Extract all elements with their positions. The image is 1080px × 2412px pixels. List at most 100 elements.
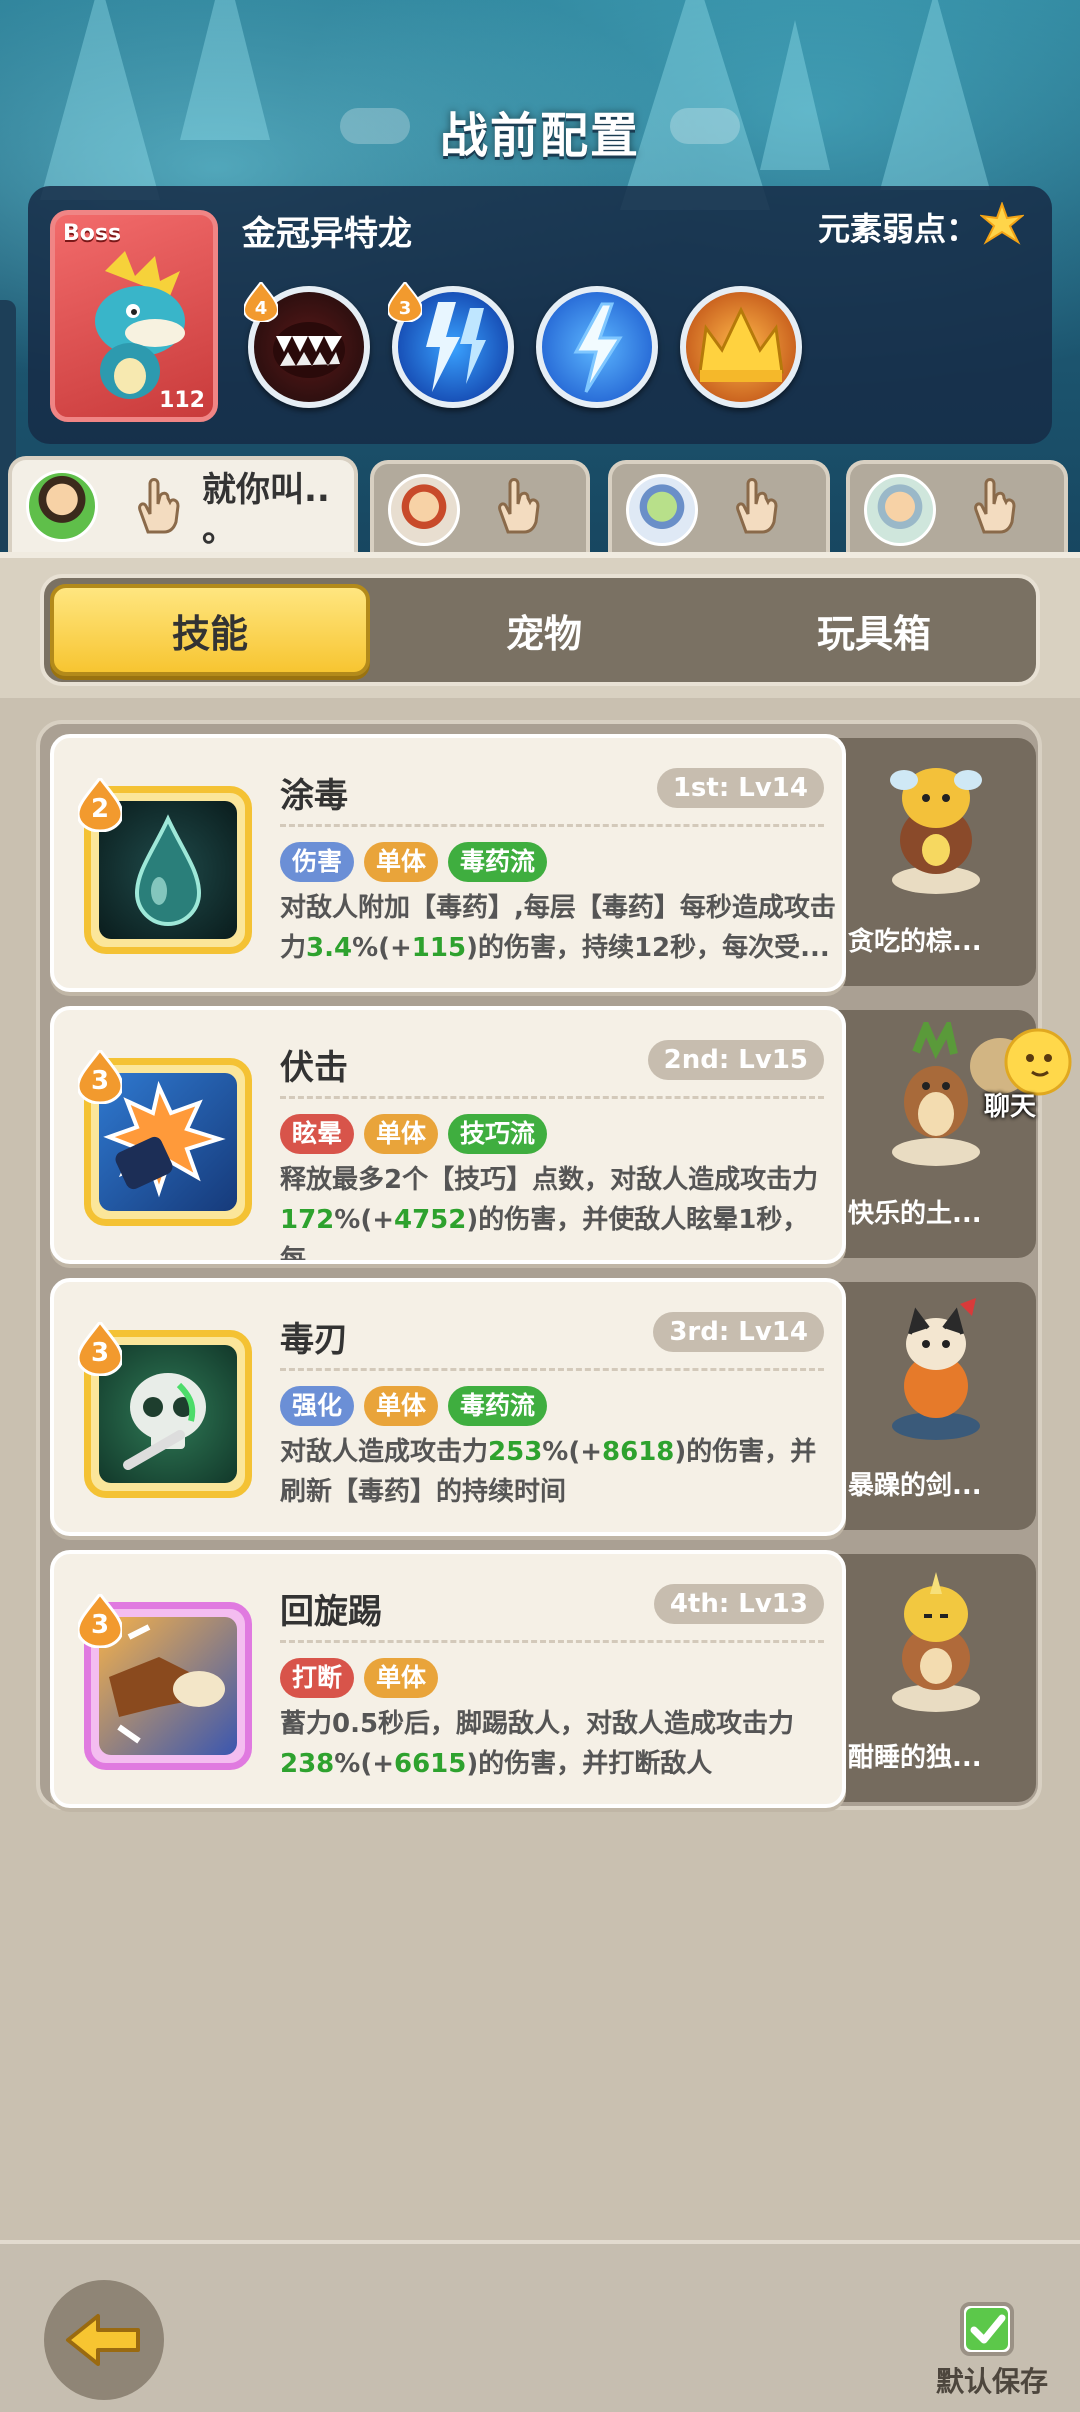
desc-value: 4752	[394, 1205, 467, 1235]
skill-description: 释放最多2个【技巧】点数，对敌人造成攻击力172%(+4752)的伤害，并使敌人…	[280, 1160, 840, 1260]
bee-bear-pet-icon	[890, 768, 982, 894]
hero-avatar	[864, 474, 936, 546]
skill-tag: 单体	[364, 1114, 439, 1154]
desc-text: 释放最多2个【技巧】点数，对敌人造成攻击力	[280, 1165, 819, 1195]
back-arrow-icon	[66, 2314, 140, 2366]
boss-portrait[interactable]: Boss 112	[50, 210, 218, 422]
skill-level-badge	[78, 1322, 122, 1376]
orb-level-text: 3	[399, 298, 412, 319]
character-tab-1[interactable]: 就你叫.. 。	[8, 456, 358, 556]
desc-text: 蓄力0.5秒后，脚踢敌人，对敌人造成攻击力	[280, 1709, 795, 1739]
skill-name: 涂毒	[280, 776, 348, 816]
skill-tags: 伤害 单体 毒药流	[280, 842, 548, 882]
dinosaur-icon	[95, 251, 185, 399]
desc-text: %(+	[352, 933, 412, 963]
lightning-icon[interactable]	[536, 286, 658, 408]
orb-level-badge: 4	[244, 282, 278, 322]
skill-tag: 眩晕	[280, 1114, 355, 1154]
desc-text: %(+	[542, 1437, 603, 1467]
skill-tag: 毒药流	[448, 1386, 548, 1426]
bottom-bar: 默认保存	[0, 2240, 1080, 2412]
skill-tags: 强化 单体 毒药流	[280, 1386, 548, 1426]
boss-panel: Boss 112 金冠异特龙 元素弱点： 4 3	[28, 186, 1052, 444]
skill-card[interactable]: 2 涂毒 1st: Lv14 伤害 单体 毒药流 对敌人附加【毒药】,每层【毒药…	[50, 734, 846, 992]
tab-pets[interactable]: 宠物	[384, 584, 704, 676]
skill-row: 暴躁的剑... 3 毒刃 3rd: Lv14 强化 单体 毒药流 对敌人造成攻击…	[50, 1278, 1036, 1536]
skill-row: 快乐的土... 3 伏击 2nd: Lv15 眩晕 单体 技巧流 释放最多2个【…	[50, 1006, 1036, 1264]
tap-hand-icon	[138, 478, 180, 534]
hero-avatar	[626, 474, 698, 546]
desc-value: 8618	[602, 1437, 675, 1467]
skill-tag: 毒药流	[448, 842, 548, 882]
character-tab-3[interactable]	[608, 460, 830, 552]
skill-card[interactable]: 3 伏击 2nd: Lv15 眩晕 单体 技巧流 释放最多2个【技巧】点数，对敌…	[50, 1006, 846, 1264]
boss-tag: Boss	[63, 221, 122, 246]
character-tab-4[interactable]	[846, 460, 1068, 552]
boss-level: 112	[159, 388, 205, 413]
skill-name: 伏击	[280, 1048, 348, 1088]
orb-level-badge: 3	[388, 282, 422, 322]
skill-level-badge	[78, 1050, 122, 1104]
skill-tag: 单体	[364, 1386, 439, 1426]
skill-tag: 技巧流	[448, 1114, 548, 1154]
skill-description: 对敌人造成攻击力253%(+8618)的伤害，并刷新【毒药】的持续时间	[280, 1432, 840, 1532]
character-tab-2[interactable]	[370, 460, 590, 552]
skill-rank: 3rd: Lv14	[653, 1312, 824, 1352]
desc-value: 6615	[394, 1749, 467, 1779]
pet-name: 暴躁的剑...	[848, 1471, 982, 1501]
tap-hand-icon	[736, 478, 778, 534]
skill-tag: 单体	[364, 1658, 439, 1698]
orb-level-text: 4	[255, 298, 268, 319]
skill-name: 回旋踢	[280, 1592, 382, 1632]
desc-text: %(+	[334, 1749, 394, 1779]
element-weakness-label: 元素弱点：	[817, 210, 978, 248]
hero-avatar	[388, 474, 460, 546]
desc-value: 253	[488, 1437, 543, 1467]
skill-row: 贪吃的棕... 2 涂毒 1st: Lv14 伤害 单体 毒药流 对敌人附加【毒…	[50, 734, 1036, 992]
chat-label[interactable]: 聊天	[984, 1086, 1036, 1123]
character-name: 就你叫.. 。	[202, 470, 330, 550]
desc-text: )的伤害，持续12秒，每次受...	[466, 933, 830, 963]
skill-name: 毒刃	[280, 1320, 348, 1360]
pet-name: 贪吃的棕...	[848, 927, 982, 957]
skill-rank: 2nd: Lv15	[647, 1040, 824, 1080]
divider	[280, 824, 824, 827]
tab-skills[interactable]: 技能	[50, 584, 370, 676]
tab-toybox[interactable]: 玩具箱	[714, 584, 1034, 676]
hero-avatar	[26, 470, 98, 542]
pet-slot[interactable]: 贪吃的棕...	[836, 738, 1036, 986]
page-title: 战前配置	[439, 108, 640, 164]
skill-description: 对敌人附加【毒药】,每层【毒药】每秒造成攻击力3.4%(+115)的伤害，持续1…	[280, 888, 840, 988]
desc-value: 115	[411, 933, 467, 963]
skill-tag: 伤害	[280, 842, 355, 882]
skill-tag: 强化	[280, 1386, 355, 1426]
skill-card[interactable]: 3 回旋踢 4th: Lv13 打断 单体 蓄力0.5秒后，脚踢敌人，对敌人造成…	[50, 1550, 846, 1808]
category-tabs: 技能 宠物 玩具箱	[40, 574, 1040, 686]
desc-text: %(+	[334, 1205, 394, 1235]
divider	[280, 1096, 824, 1099]
tap-hand-icon	[974, 478, 1016, 534]
light-element-icon[interactable]	[980, 202, 1024, 246]
tap-hand-icon	[498, 478, 540, 534]
pet-name: 快乐的土...	[848, 1199, 982, 1229]
skill-rank: 1st: Lv14	[656, 768, 824, 808]
checkmark-icon	[966, 2308, 1008, 2350]
pet-slot[interactable]: 酣睡的独...	[836, 1554, 1036, 1802]
loadout-panel: 技能 宠物 玩具箱 贪吃的棕... 2 涂毒 1st: Lv14 伤害 单体 毒…	[0, 552, 1080, 2242]
skill-tags: 眩晕 单体 技巧流	[280, 1114, 548, 1154]
skill-tags: 打断 单体	[280, 1658, 439, 1698]
skill-description: 蓄力0.5秒后，脚踢敌人，对敌人造成攻击力 238%(+6615)的伤害，并打断敌…	[280, 1704, 840, 1804]
skill-tag: 单体	[364, 842, 439, 882]
pet-slot[interactable]: 暴躁的剑...	[836, 1282, 1036, 1530]
default-save-label[interactable]: 默认保存	[936, 2360, 1048, 2400]
skill-card[interactable]: 3 毒刃 3rd: Lv14 强化 单体 毒药流 对敌人造成攻击力253%(+8…	[50, 1278, 846, 1536]
boss-name: 金冠异特龙	[242, 214, 412, 254]
swordsman-cat-pet-icon	[892, 1298, 980, 1440]
desc-value: 3.4	[306, 933, 353, 963]
skill-level-badge	[78, 778, 122, 832]
tab-bar-background: 技能 宠物 玩具箱	[0, 558, 1080, 698]
skill-list: 贪吃的棕... 2 涂毒 1st: Lv14 伤害 单体 毒药流 对敌人附加【毒…	[36, 720, 1042, 1810]
default-save-checkbox[interactable]	[960, 2302, 1014, 2356]
back-button[interactable]	[44, 2280, 164, 2400]
golden-crown-icon[interactable]	[680, 286, 802, 408]
